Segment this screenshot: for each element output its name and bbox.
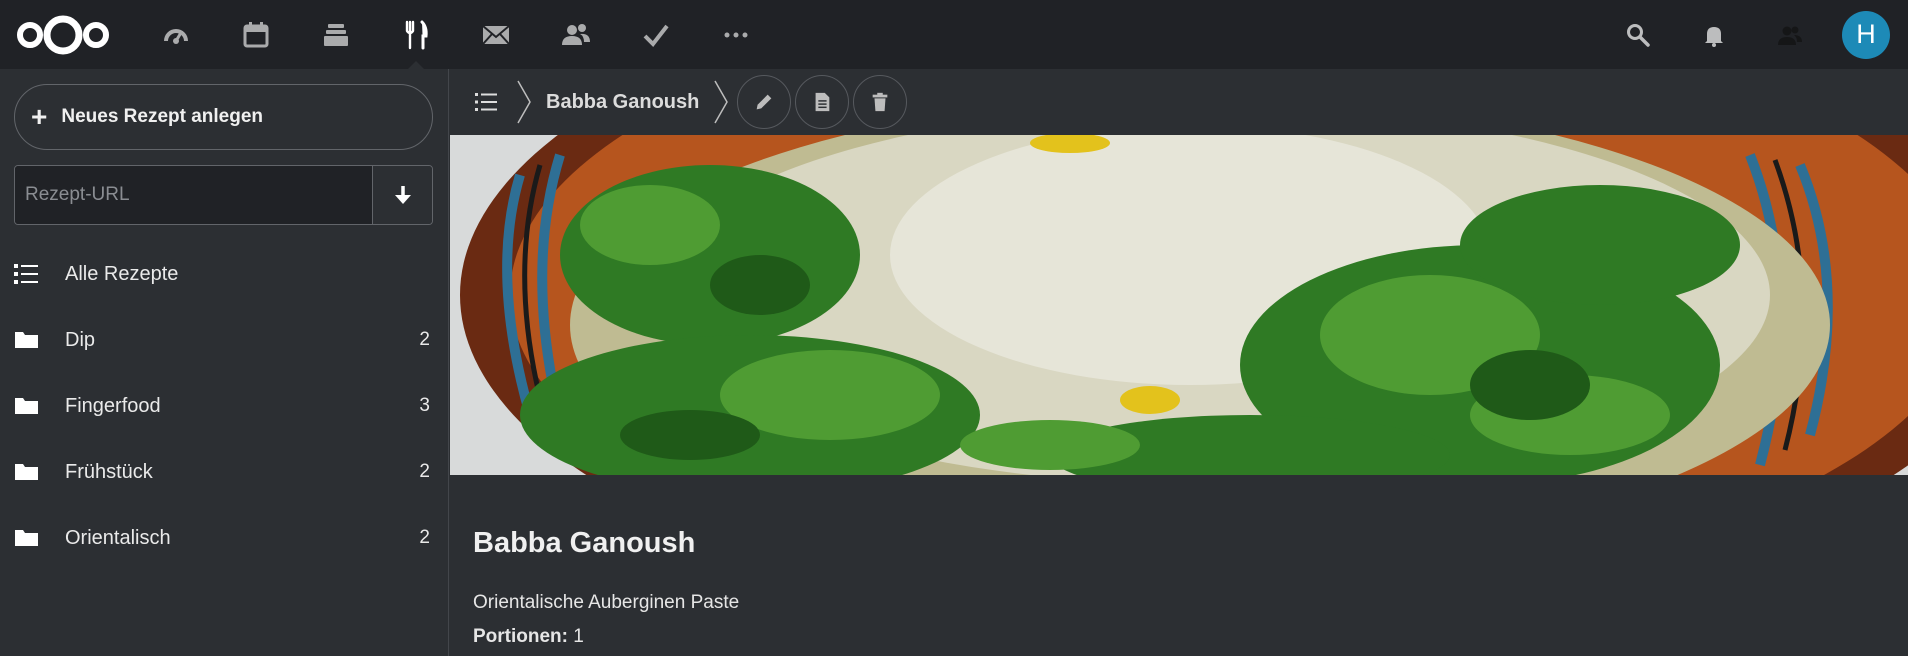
tasks-icon[interactable]	[616, 0, 696, 69]
trash-icon	[873, 92, 888, 112]
sidebar-item-orientalisch[interactable]: Orientalisch 2	[0, 505, 448, 571]
nextcloud-logo-icon[interactable]	[16, 12, 110, 58]
sidebar-item-label: Fingerfood	[65, 394, 161, 417]
folder-icon	[14, 329, 40, 351]
category-list: Alle Rezepte Dip 2 Fingerfood 3 Frühstüc…	[0, 241, 448, 571]
sidebar-item-alle-rezepte[interactable]: Alle Rezepte	[0, 241, 448, 307]
new-recipe-label: Neues Rezept anlegen	[61, 106, 264, 127]
new-recipe-button[interactable]: + Neues Rezept anlegen	[14, 84, 433, 150]
item-count: 3	[419, 395, 430, 416]
folder-icon	[14, 395, 40, 417]
sidebar-item-label: Dip	[65, 328, 96, 351]
contacts-icon[interactable]	[536, 0, 616, 69]
plus-icon: +	[31, 101, 48, 132]
sidebar-item-label: Alle Rezepte	[65, 262, 179, 285]
recipe-toolbar: Babba Ganoush	[450, 69, 1908, 135]
pencil-icon	[757, 94, 772, 110]
yield-label: Portionen:	[473, 626, 568, 647]
dashboard-icon[interactable]	[136, 0, 216, 69]
sidebar-item-dip[interactable]: Dip 2	[0, 307, 448, 373]
item-count: 2	[419, 527, 430, 548]
breadcrumb[interactable]: Babba Ganoush	[534, 91, 711, 114]
recipe-yield: Portionen: 1	[473, 626, 584, 648]
breadcrumb-separator-icon	[517, 80, 531, 124]
list-icon	[475, 93, 497, 111]
folder-icon	[14, 527, 40, 549]
more-icon[interactable]	[696, 0, 776, 69]
edit-recipe-button[interactable]	[737, 75, 792, 129]
delete-recipe-button[interactable]	[853, 75, 908, 129]
item-count: 2	[419, 461, 430, 482]
sidebar-item-label: Orientalisch	[65, 526, 171, 549]
mail-icon[interactable]	[456, 0, 536, 69]
download-recipe-button[interactable]	[372, 166, 432, 224]
cookbook-icon[interactable]	[376, 0, 456, 69]
download-icon	[394, 186, 411, 204]
sidebar-item-fingerfood[interactable]: Fingerfood 3	[0, 373, 448, 439]
item-count: 2	[419, 329, 430, 350]
folder-icon	[14, 461, 40, 483]
toggle-navigation-button[interactable]	[458, 69, 514, 135]
notifications-icon[interactable]	[1676, 0, 1752, 69]
print-recipe-button[interactable]	[795, 75, 850, 129]
list-icon	[14, 263, 40, 285]
recipe-url-form	[14, 165, 433, 225]
header-right: H	[1600, 0, 1908, 69]
sidebar-item-label: Frühstück	[65, 460, 153, 483]
calendar-icon[interactable]	[216, 0, 296, 69]
recipe-description: Orientalische Auberginen Paste	[473, 592, 740, 613]
top-header: H	[0, 0, 1908, 69]
recipe-title: Babba Ganoush	[473, 527, 696, 559]
recipe-image	[450, 135, 1908, 475]
contacts-menu-icon[interactable]	[1752, 0, 1828, 69]
search-icon[interactable]	[1600, 0, 1676, 69]
files-icon[interactable]	[296, 0, 376, 69]
yield-value: 1	[573, 626, 584, 647]
app-menu	[136, 0, 776, 69]
app-navigation: + Neues Rezept anlegen Alle Rezepte Dip …	[0, 69, 449, 656]
document-icon	[815, 92, 830, 112]
recipe-url-input[interactable]	[15, 166, 372, 224]
sidebar-item-fruehstueck[interactable]: Frühstück 2	[0, 439, 448, 505]
app-content: Babba Ganoush Babba Ganoush Orientalisch…	[450, 69, 1908, 656]
avatar[interactable]: H	[1842, 10, 1890, 59]
breadcrumb-separator-icon	[714, 80, 729, 124]
